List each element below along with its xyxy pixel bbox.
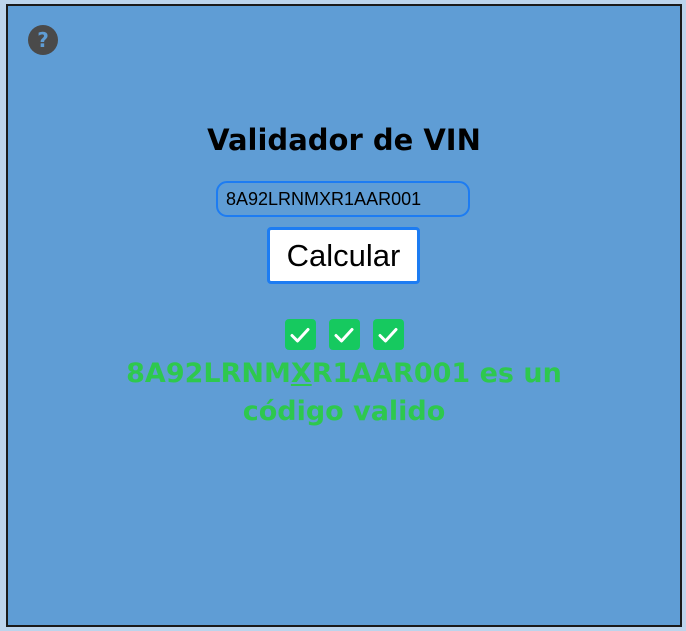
calculate-button[interactable]: Calcular [267, 227, 420, 284]
result-vin-end: R1AAR001 [311, 358, 471, 389]
page-title: Validador de VIN [207, 123, 481, 157]
validation-checks [8, 319, 680, 350]
result-vin-highlight: X [290, 358, 312, 389]
question-icon: ? [37, 28, 49, 52]
result-vin-start: 8A92LRNM [126, 358, 291, 389]
checkmark-icon [284, 319, 316, 350]
app-frame: ? Validador de VIN Calcular 8A92LRNMXR1A… [6, 4, 682, 627]
vin-input[interactable] [216, 181, 470, 217]
result-message: 8A92LRNMXR1AAR001 es un código valido [8, 355, 680, 431]
help-button[interactable]: ? [28, 25, 58, 55]
result-line-1: 8A92LRNMXR1AAR001 es un [8, 355, 680, 393]
result-line-2: código valido [242, 396, 446, 427]
result-suffix: es un [470, 358, 562, 389]
checkmark-icon [328, 319, 360, 350]
checkmark-icon [372, 319, 404, 350]
